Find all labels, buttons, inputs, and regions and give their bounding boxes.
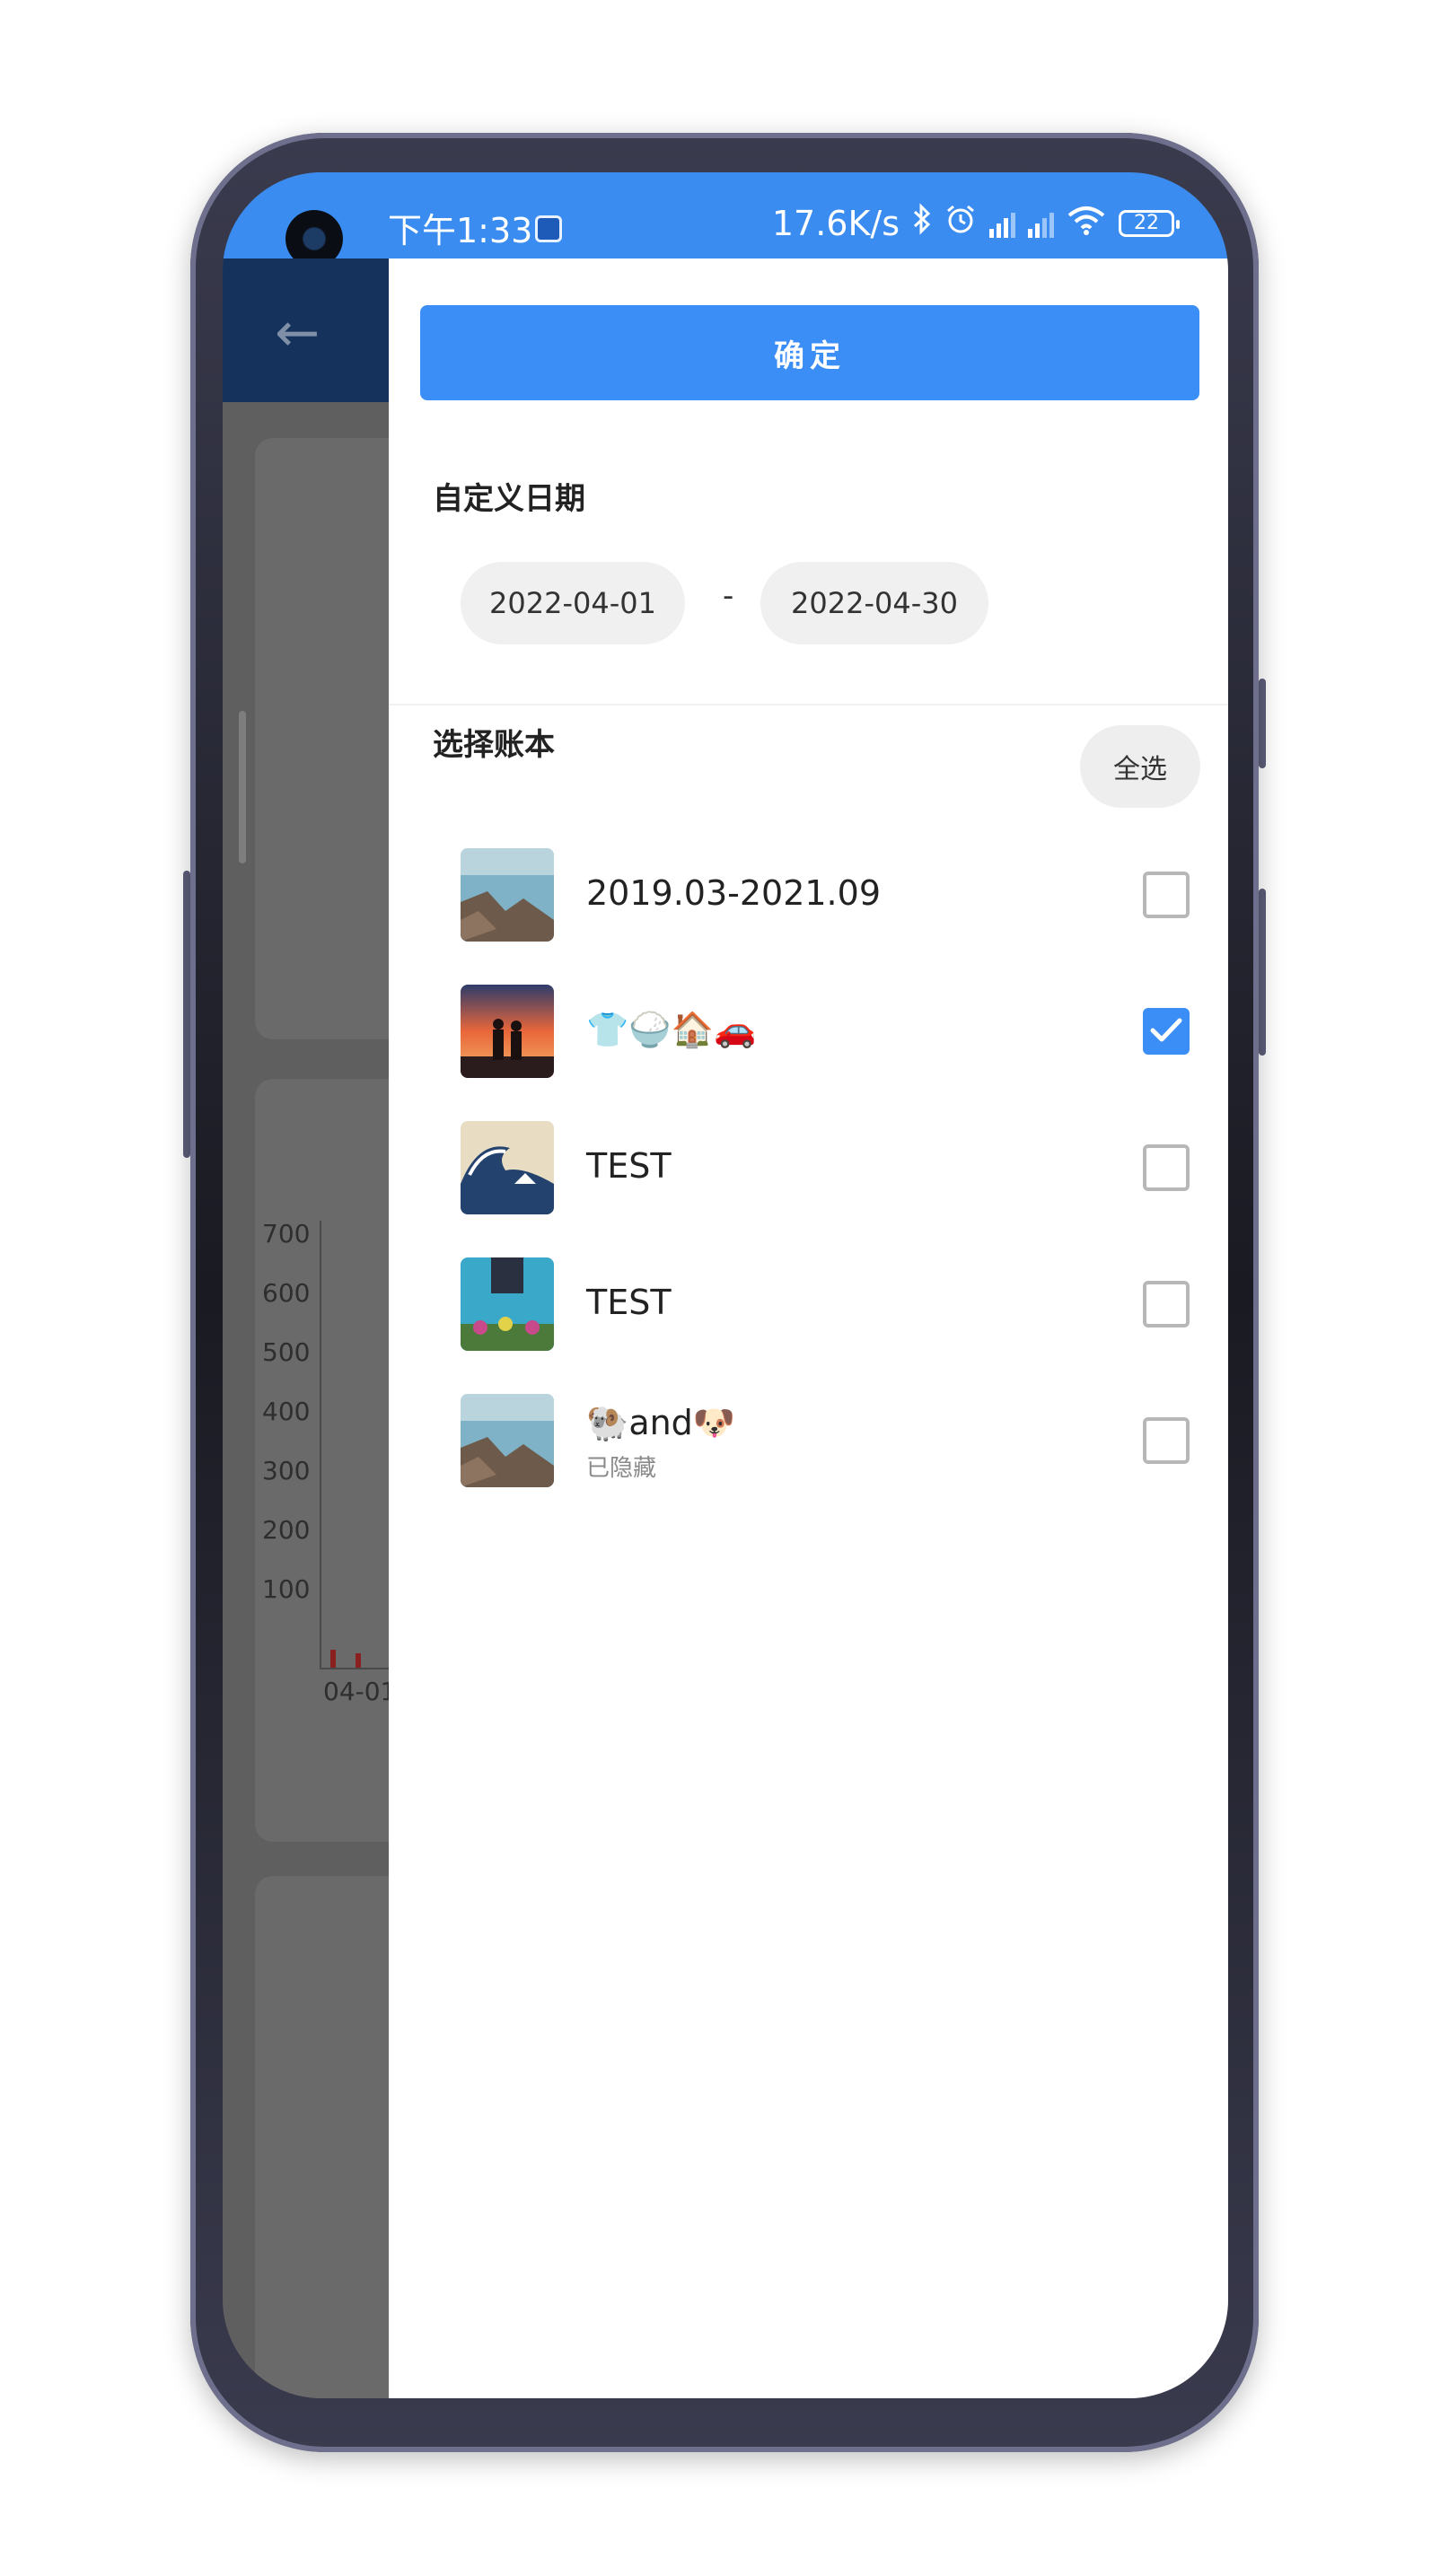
bluetooth-icon [912, 203, 932, 243]
background-chart-bar [330, 1650, 336, 1668]
background-y-tick: 600 [262, 1278, 311, 1308]
book-name: 2019.03-2021.09 [586, 873, 881, 913]
background-y-tick: 700 [262, 1219, 311, 1249]
select-all-button[interactable]: 全选 [1080, 725, 1200, 808]
book-row[interactable]: TEST [461, 1257, 1190, 1356]
background-scrollbar [239, 711, 246, 863]
signal-hd-icon [1028, 209, 1054, 238]
book-name: 👕🍚🏠🚗 [586, 1010, 757, 1049]
background-y-tick: 200 [262, 1515, 311, 1545]
book-thumbnail [461, 1257, 554, 1351]
background-y-axis [320, 1221, 321, 1668]
status-bar: 下午1:33 17.6K/s 22 [223, 172, 1228, 267]
alarm-icon [944, 203, 977, 243]
book-name: 🐏and🐶 [586, 1403, 736, 1442]
volume-button [183, 871, 190, 1158]
book-thumbnail [461, 848, 554, 942]
background-y-tick: 100 [262, 1574, 311, 1604]
status-indicators: 17.6K/s 22 [771, 203, 1180, 243]
book-checkbox[interactable] [1143, 1417, 1190, 1464]
status-time: 下午1:33 [388, 211, 533, 250]
book-thumbnail [461, 1121, 554, 1214]
signal-hd-icon [989, 209, 1015, 238]
book-checkbox[interactable] [1143, 1144, 1190, 1191]
book-row[interactable]: 👕🍚🏠🚗 [461, 985, 1190, 1083]
section-divider [389, 704, 1228, 705]
book-checkbox[interactable] [1143, 1008, 1190, 1055]
select-books-title: 选择账本 [433, 727, 555, 763]
battery-icon: 22 [1119, 209, 1180, 237]
book-row[interactable]: TEST [461, 1121, 1190, 1220]
custom-date-title: 自定义日期 [433, 481, 585, 517]
net-speed: 17.6K/s [771, 203, 900, 243]
confirm-button[interactable]: 确定 [420, 305, 1199, 400]
end-date-picker[interactable]: 2022-04-30 [760, 562, 988, 644]
background-chart-bar [356, 1653, 361, 1668]
book-row[interactable]: 2019.03-2021.09 [461, 848, 1190, 947]
book-thumbnail [461, 985, 554, 1078]
power-button [1259, 679, 1266, 768]
background-y-tick: 400 [262, 1397, 311, 1426]
phone-screen: 下午1:33 17.6K/s 22 ← 700 600 500 400 300 200 10… [223, 172, 1228, 2398]
book-hidden-label: 已隐藏 [586, 1455, 657, 1482]
back-arrow-icon: ← [275, 302, 321, 364]
app-notification-icon [535, 215, 562, 242]
side-button [1259, 889, 1266, 1056]
background-y-tick: 300 [262, 1456, 311, 1485]
check-icon [1150, 1018, 1182, 1042]
book-name: TEST [586, 1146, 672, 1186]
date-separator: - [723, 578, 734, 614]
book-name: TEST [586, 1283, 672, 1322]
background-x-label: 04-01 [323, 1677, 397, 1706]
wifi-icon [1067, 204, 1106, 243]
book-row[interactable]: 🐏and🐶 已隐藏 [461, 1394, 1190, 1493]
book-thumbnail [461, 1394, 554, 1487]
background-x-axis [320, 1668, 391, 1669]
filter-drawer: 确定 自定义日期 2022-04-01 - 2022-04-30 选择账本 全选… [389, 258, 1228, 2398]
background-y-tick: 500 [262, 1337, 311, 1367]
book-checkbox[interactable] [1143, 872, 1190, 918]
start-date-picker[interactable]: 2022-04-01 [461, 562, 685, 644]
book-checkbox[interactable] [1143, 1281, 1190, 1327]
